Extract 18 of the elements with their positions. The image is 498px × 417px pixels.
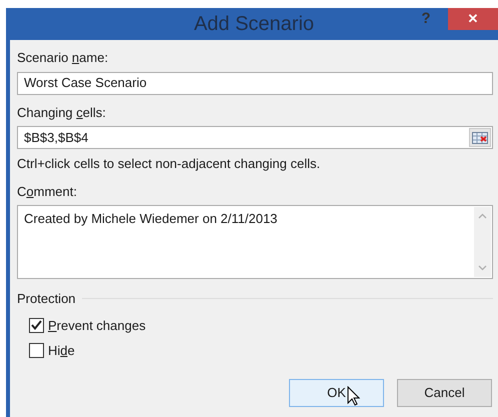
field-label: Changing cells: [17, 104, 106, 120]
group-title: Protection [17, 290, 76, 308]
mouse-pointer-icon [347, 386, 360, 406]
collapse-dialog-button[interactable] [469, 128, 491, 147]
name-field[interactable]: Worst Case Scenario [17, 72, 493, 94]
dialog-button[interactable]: Cancel [397, 378, 492, 406]
checkbox-label[interactable]: Prevent changes [48, 316, 146, 335]
dialog-button[interactable]: OK [289, 378, 384, 406]
field-label: Comment: [17, 184, 77, 198]
field-label: Scenario name: [17, 50, 108, 65]
checkbox-label[interactable]: Hide [48, 341, 75, 360]
window-title: Add Scenario [194, 12, 314, 37]
checkbox[interactable] [29, 343, 44, 358]
close-button[interactable]: ✕ [448, 8, 498, 30]
checkbox[interactable] [29, 318, 44, 333]
hint-text: Ctrl+click cells to select non-adjacent changing cells. [17, 156, 320, 171]
comment-field[interactable]: Created by Michele Wiedemer on 2/11/2013 [17, 205, 493, 279]
cells-field[interactable]: $B$3,$B$4 [17, 126, 493, 149]
